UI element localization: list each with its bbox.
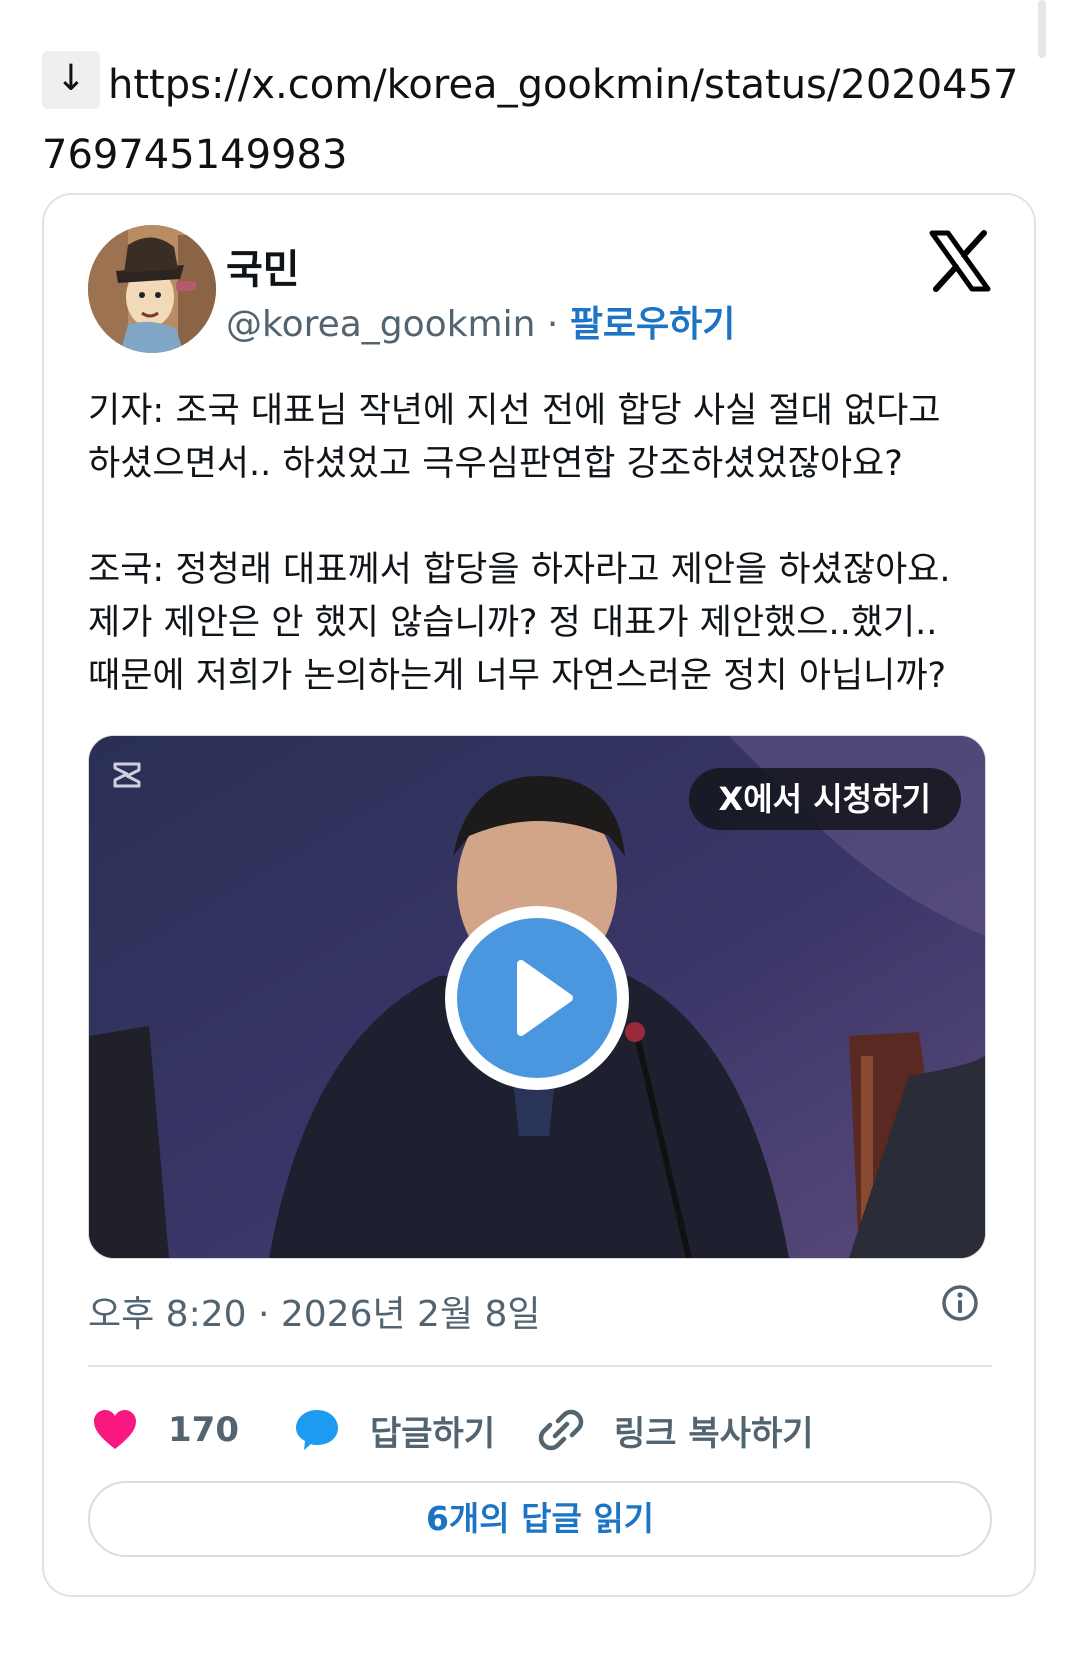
play-button-fill [457, 918, 617, 1078]
link-icon [538, 1409, 584, 1451]
tweet-line: 기자: 조국 대표님 작년에 지선 전에 합당 사실 절대 없다고 [88, 391, 941, 431]
tweet-url-text: https://x.com/korea_gookmin/status/20204… [42, 62, 1019, 178]
tweet-timestamp[interactable]: 오후 8:20 · 2026년 2월 8일 [88, 1285, 541, 1337]
separator-dot: · [546, 304, 559, 345]
reply-label: 답글하기 [370, 1413, 496, 1454]
watch-on-x-button[interactable]: X에서 시청하기 [688, 768, 961, 830]
user-handle[interactable]: @korea_gookmin [226, 304, 535, 345]
heart-icon [94, 1410, 136, 1449]
play-button[interactable] [445, 906, 629, 1090]
tweet-line: 때문에 저희가 논의하는게 너무 자연스러운 정치 아닙니까? [88, 656, 947, 696]
capcut-icon [113, 762, 141, 788]
x-logo-icon[interactable] [928, 229, 992, 293]
handle-row: @korea_gookmin · 팔로우하기 [226, 295, 735, 347]
page-scrollbar[interactable] [1038, 0, 1046, 58]
copy-link-button[interactable]: 링크 복사하기 [538, 1395, 814, 1465]
like-button[interactable]: 170 [92, 1395, 239, 1465]
action-bar: 170 답글하기 링크 복사하기 [88, 1395, 988, 1465]
divider [88, 1365, 992, 1367]
tweet-url-link[interactable]: ↓ https://x.com/korea_gookmin/status/2020… [42, 50, 1032, 190]
play-icon [517, 960, 573, 1036]
tweet-line: 하셨으면서.. 하셨었고 극우심판연합 강조하셨었잖아요? [88, 444, 903, 484]
tweet-paragraph-question: 기자: 조국 대표님 작년에 지선 전에 합당 사실 절대 없다고 하셨으면서.… [88, 385, 988, 491]
speech-bubble-icon [296, 1410, 338, 1450]
video-thumbnail[interactable]: X에서 시청하기 [88, 735, 986, 1259]
display-name[interactable]: 국민 [226, 237, 300, 295]
read-replies-button[interactable]: 6개의 답글 읽기 [88, 1481, 992, 1557]
tweet-embed-card: 국민 @korea_gookmin · 팔로우하기 기자: 조국 대표님 작년에… [42, 193, 1036, 1597]
copy-link-label: 링크 복사하기 [614, 1413, 814, 1454]
download-arrow-icon: ↓ [42, 51, 100, 109]
like-count: 170 [168, 1410, 239, 1450]
tweet-line: 조국: 정청래 대표께서 합당을 하자라고 제안을 하셨잖아요. [88, 550, 951, 590]
info-icon[interactable] [940, 1283, 980, 1323]
avatar[interactable] [88, 225, 216, 353]
follow-button[interactable]: 팔로우하기 [570, 304, 736, 345]
reply-button[interactable]: 답글하기 [294, 1395, 495, 1465]
tweet-body: 기자: 조국 대표님 작년에 지선 전에 합당 사실 절대 없다고 하셨으면서.… [88, 385, 988, 756]
tweet-line: 제가 제안은 안 했지 않습니까? 정 대표가 제안했으..했기.. [88, 603, 938, 643]
tweet-paragraph-answer: 조국: 정청래 대표께서 합당을 하자라고 제안을 하셨잖아요. 제가 제안은 … [88, 544, 988, 703]
